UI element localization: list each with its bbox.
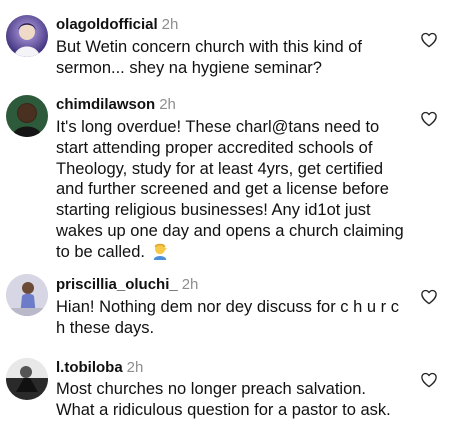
comment-meta: olagoldofficial 2h [56,16,178,34]
username[interactable]: olagoldofficial [56,16,158,33]
comment-text: But Wetin concern church with this kind … [56,38,363,77]
user-avatar[interactable] [6,358,48,400]
heart-outline-icon[interactable] [420,288,438,305]
user-avatar[interactable] [6,274,48,316]
heart-outline-icon[interactable] [420,110,438,127]
timestamp: 2h [181,276,199,293]
timestamp: 2h [126,359,144,376]
comment-text: Most churches no longer preach salvation… [56,380,391,419]
comment-item: olagoldofficial 2h But Wetin concern chur… [0,0,470,90]
comment-item: chimdilawson 2h It's long overdue! These … [0,90,470,270]
username[interactable]: l.tobiloba [56,359,123,376]
comment-text: It's long overdue! These charl@tans need… [56,117,411,263]
comment-text: Hian! Nothing dem nor dey discuss for c … [56,298,399,337]
comment-item: priscillia_oluchi_ 2h Hian! Nothing dem n… [0,270,470,355]
comment-item: l.tobiloba 2h Most churches no longer pre… [0,355,470,429]
comment-meta: priscillia_oluchi_ 2h [56,276,198,294]
username[interactable]: chimdilawson [56,96,155,113]
comment-meta: chimdilawson 2h [56,96,176,114]
person-facepalming-emoji [151,242,169,260]
timestamp: 2h [159,96,176,113]
user-avatar[interactable] [6,95,48,137]
comment-meta: l.tobiloba 2h [56,359,143,377]
username[interactable]: priscillia_oluchi_ [56,276,178,293]
timestamp: 2h [161,16,179,33]
heart-outline-icon[interactable] [420,31,438,48]
user-avatar[interactable] [6,15,48,57]
heart-outline-icon[interactable] [420,371,438,388]
comment-body: It's long overdue! These charl@tans need… [56,118,404,261]
